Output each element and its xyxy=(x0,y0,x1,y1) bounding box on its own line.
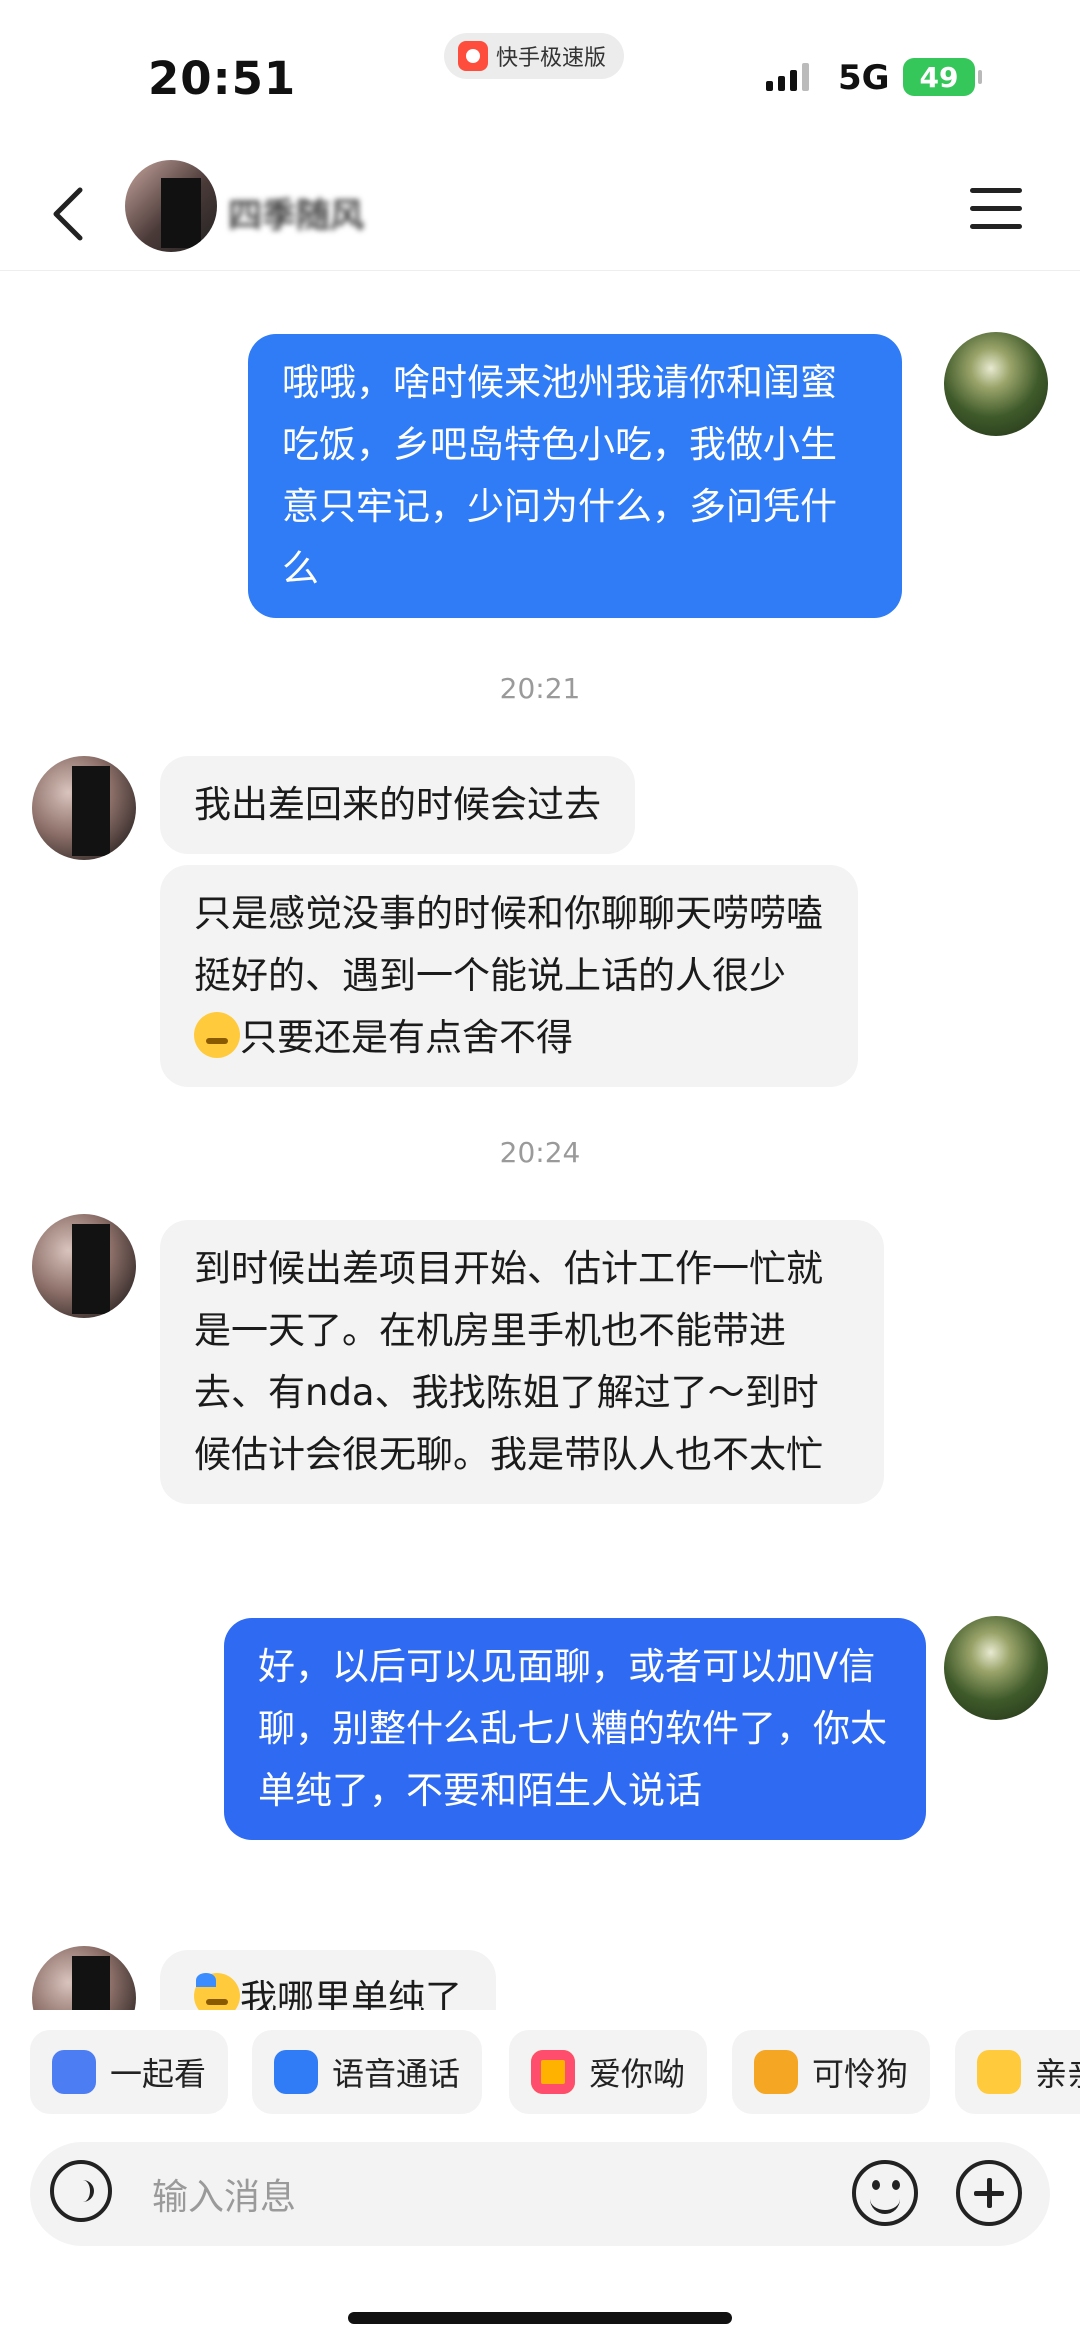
message-bubble-incoming[interactable]: 我出差回来的时候会过去 xyxy=(160,756,635,854)
kiss-sticker-button[interactable]: 亲亲 xyxy=(955,2030,1080,2114)
back-arrow-icon[interactable] xyxy=(44,186,92,242)
chip-label: 亲亲 xyxy=(1035,2055,1080,2093)
contact-avatar-small[interactable] xyxy=(32,1946,136,2010)
quick-action-bar: 一起看 语音通话 爱你呦 可怜狗 亲亲 xyxy=(0,2030,1080,2120)
more-options-plus-icon[interactable] xyxy=(956,2160,1022,2226)
pitiful-dog-sticker-button[interactable]: 可怜狗 xyxy=(732,2030,931,2114)
contact-avatar-small[interactable] xyxy=(32,1214,136,1318)
kuaishou-logo-icon xyxy=(458,41,488,71)
contact-avatar[interactable] xyxy=(125,160,217,252)
message-bubble-incoming[interactable]: 我哪里单纯了 xyxy=(160,1950,496,2010)
chip-label: 一起看 xyxy=(110,2055,207,2093)
message-list[interactable]: 哦哦，啥时候来池州我请你和闺蜜吃饭，乡吧岛特色小吃，我做小生意只牢记，少问为什么… xyxy=(0,270,1080,2010)
message-bubble-outgoing[interactable]: 哦哦，啥时候来池州我请你和闺蜜吃饭，乡吧岛特色小吃，我做小生意只牢记，少问为什么… xyxy=(248,334,902,618)
chip-label: 爱你呦 xyxy=(589,2055,686,2093)
message-input-bar: 输入消息 xyxy=(30,2142,1050,2246)
emoji-picker-icon[interactable] xyxy=(852,2160,918,2226)
message-text: 只是感觉没事的时候和你聊聊天唠唠嗑挺好的、遇到一个能说上话的人很少 xyxy=(194,892,823,997)
status-bar: 20:51 快手极速版 5G 49 xyxy=(0,0,1080,150)
dog-emoji-icon xyxy=(754,2050,798,2094)
watch-together-button[interactable]: 一起看 xyxy=(30,2030,229,2114)
message-input[interactable]: 输入消息 xyxy=(152,2168,296,2220)
message-bubble-incoming[interactable]: 到时候出差项目开始、估计工作一忙就是一天了。在机房里手机也不能带进去、有nda、… xyxy=(160,1220,884,1504)
message-text: 只要还是有点舍不得 xyxy=(240,1016,573,1059)
app-indicator-badge[interactable]: 快手极速版 xyxy=(444,33,625,79)
watch-together-icon xyxy=(52,2050,96,2094)
clock: 20:51 xyxy=(148,52,297,105)
home-indicator[interactable] xyxy=(348,2312,732,2324)
message-text: 我出差回来的时候会过去 xyxy=(194,783,601,826)
message-bubble-incoming[interactable]: 只是感觉没事的时候和你聊聊天唠唠嗑挺好的、遇到一个能说上话的人很少只要还是有点舍… xyxy=(160,865,858,1087)
timestamp: 20:21 xyxy=(499,672,581,705)
my-avatar[interactable] xyxy=(944,332,1048,436)
app-indicator-label: 快手极速版 xyxy=(496,46,607,71)
contact-name[interactable]: 四季随风 xyxy=(228,188,364,237)
message-text: 到时候出差项目开始、估计工作一忙就是一天了。在机房里手机也不能带进去、有nda、… xyxy=(194,1247,823,1476)
battery-level: 49 xyxy=(919,60,959,94)
contact-avatar-small[interactable] xyxy=(32,756,136,860)
message-text: 我哪里单纯了 xyxy=(240,1977,462,2010)
cellular-signal-icon xyxy=(766,63,809,91)
timestamp: 20:24 xyxy=(499,1136,581,1169)
chip-label: 可怜狗 xyxy=(812,2055,909,2093)
message-text: 好，以后可以见面聊，或者可以加V信聊，别整什么乱七八糟的软件了，你太单纯了，不要… xyxy=(258,1645,887,1812)
chat-header: 四季随风 xyxy=(0,160,1080,271)
battery-icon: 49 xyxy=(903,58,982,96)
my-avatar[interactable] xyxy=(944,1616,1048,1720)
voice-call-button[interactable]: 语音通话 xyxy=(252,2030,483,2114)
love-you-sticker-button[interactable]: 爱你呦 xyxy=(509,2030,708,2114)
love-emoji-icon xyxy=(531,2050,575,2094)
phone-icon xyxy=(274,2050,318,2094)
sweat-emoji-icon xyxy=(194,1973,240,2010)
message-text: 哦哦，啥时候来池州我请你和闺蜜吃饭，乡吧岛特色小吃，我做小生意只牢记，少问为什么… xyxy=(282,361,837,590)
menu-icon[interactable] xyxy=(970,188,1022,232)
chip-label: 语音通话 xyxy=(332,2055,461,2093)
hug-emoji-icon xyxy=(977,2050,1021,2094)
network-type: 5G xyxy=(838,58,890,98)
shush-emoji-icon xyxy=(194,1012,240,1058)
message-bubble-outgoing[interactable]: 好，以后可以见面聊，或者可以加V信聊，别整什么乱七八糟的软件了，你太单纯了，不要… xyxy=(224,1618,926,1840)
voice-input-icon[interactable] xyxy=(50,2160,112,2222)
